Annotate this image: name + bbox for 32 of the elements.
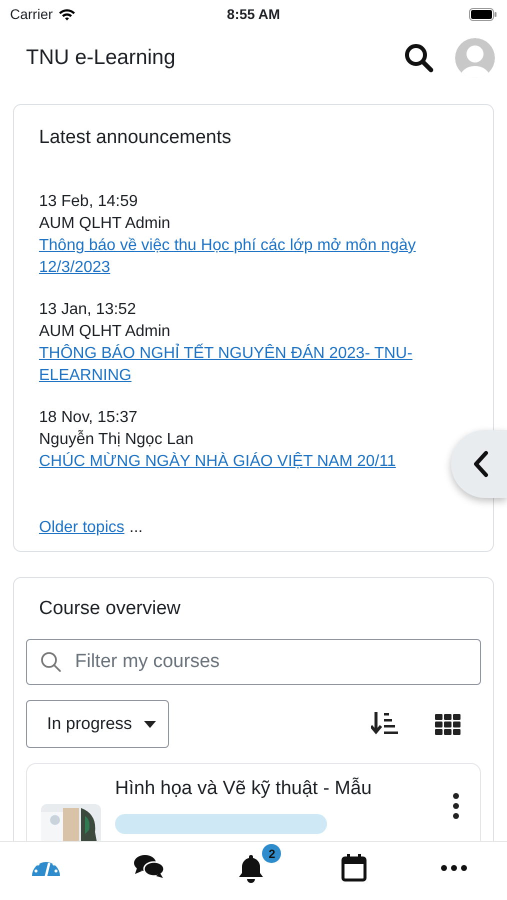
battery-icon <box>468 8 497 20</box>
card-title: Latest announcements <box>39 127 232 149</box>
card-title: Course overview <box>38 598 182 620</box>
search-icon[interactable] <box>403 42 435 74</box>
post-link[interactable]: THÔNG BÁO NGHỈ TẾT NGUYÊN ĐÁN 2023- TNU-ELEARNING <box>39 343 468 387</box>
wifi-icon <box>58 8 76 20</box>
older-topics-link[interactable]: Older topics <box>39 519 124 537</box>
filter-field[interactable]: Filter my courses <box>26 639 481 685</box>
carrier-label: Carrier <box>10 6 53 22</box>
drawer-toggle[interactable] <box>451 430 507 498</box>
grid-view-icon[interactable] <box>435 714 461 734</box>
ellipsis-text: ... <box>129 519 143 537</box>
caret-icon <box>144 720 156 728</box>
post-date: 13 Jan, 13:52 <box>39 300 137 320</box>
post-date: 18 Nov, 15:37 <box>39 408 138 428</box>
post-link[interactable]: CHÚC MỪNG NGÀY NHÀ GIÁO VIỆT NAM 20/11 <box>39 451 396 473</box>
post-link[interactable]: Thông báo về việc thu Học phí các lớp mở môn ngày 12/3/2023 <box>39 235 468 279</box>
app-title: TNU e-Learning <box>26 46 176 70</box>
post-author: AUM QLHT Admin <box>39 322 172 342</box>
course-name[interactable]: Hình họa và Vẽ kỹ thuật - Mẫu <box>115 778 438 800</box>
chevron-left-icon <box>473 450 489 478</box>
more-icon <box>440 865 467 871</box>
notification-badge: 2 <box>262 844 282 863</box>
status-dropdown[interactable]: In progress <box>26 700 170 748</box>
post-author: AUM QLHT Admin <box>39 214 172 234</box>
more-options-icon[interactable] <box>452 792 460 820</box>
tab-bar-item[interactable]: 2 <box>229 842 284 891</box>
search-icon <box>40 651 62 673</box>
sort-icon[interactable] <box>371 711 399 737</box>
clock-time: 8:55 AM <box>226 6 280 22</box>
post-date: 13 Feb, 14:59 <box>39 192 139 212</box>
post-author: Nguyễn Thị Ngọc Lan <box>39 429 194 450</box>
